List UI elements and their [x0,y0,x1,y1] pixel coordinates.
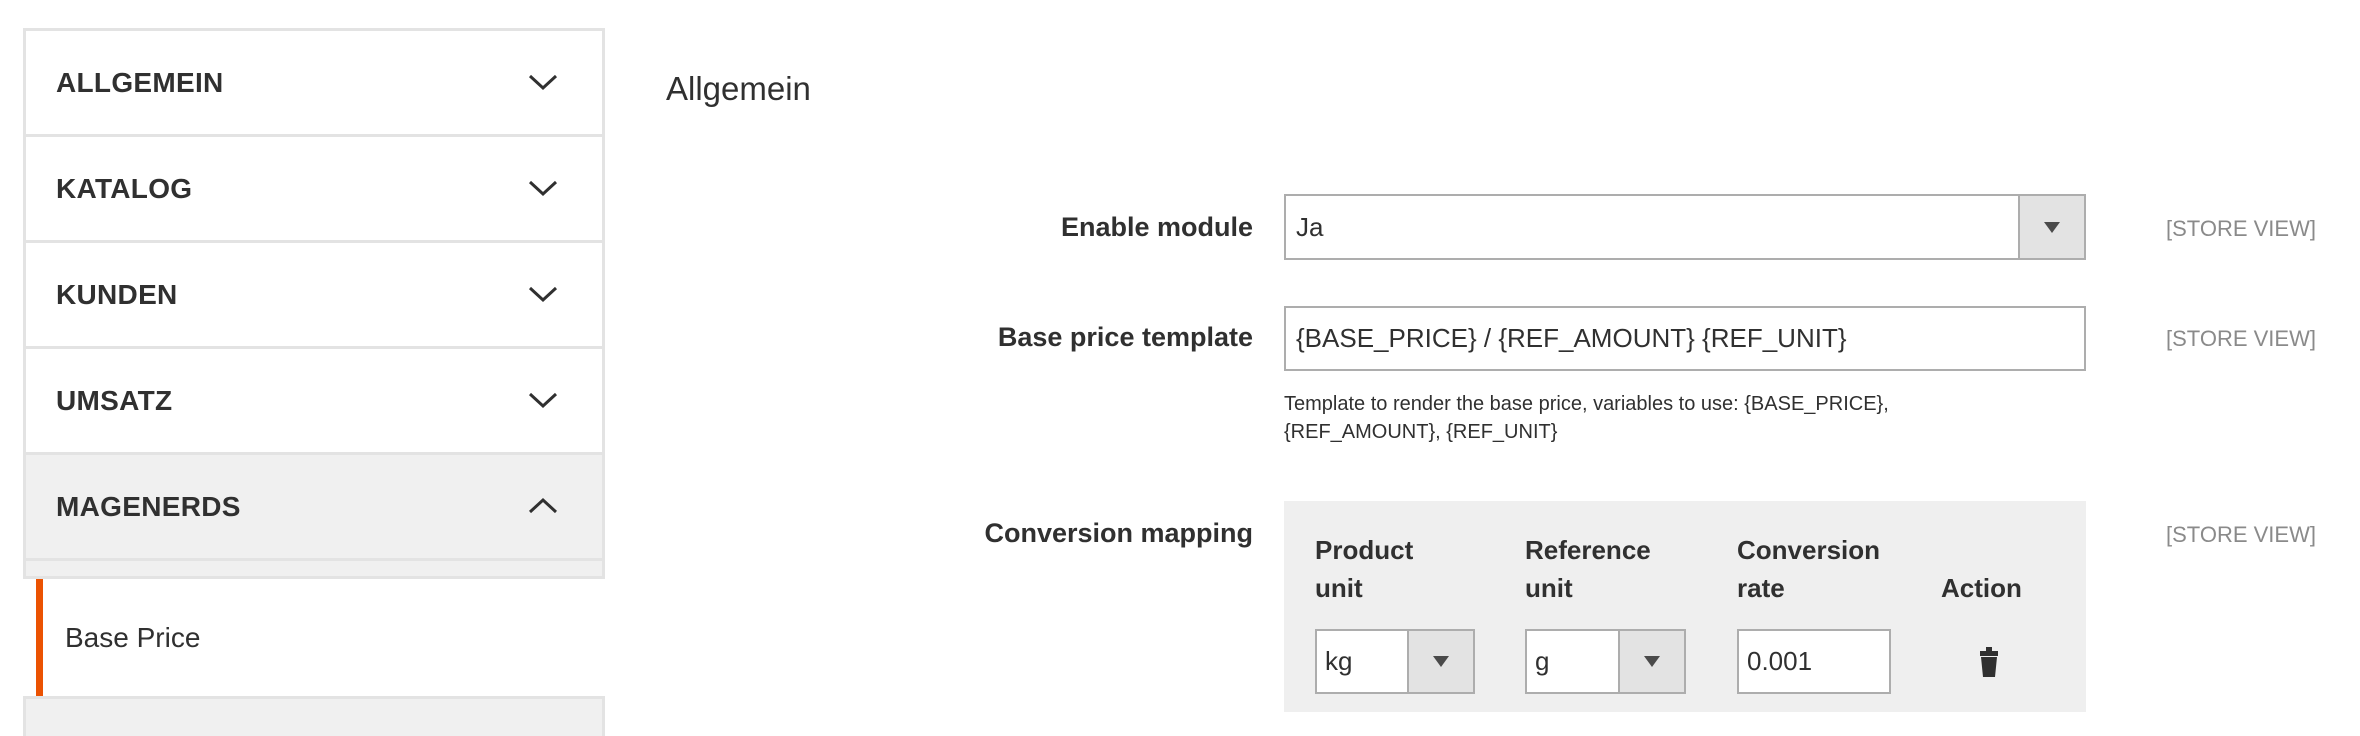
column-header-conversion-rate: Conversion rate [1737,535,1881,603]
scope-label: [STORE VIEW] [2166,522,2316,547]
chevron-down-icon [528,286,558,302]
trash-icon[interactable] [1978,647,2000,677]
sidebar-item-base-price[interactable]: Base Price [23,579,605,696]
reference-unit-select[interactable]: g [1525,629,1686,694]
enable-module-label: Enable module [1060,212,1253,242]
scope-label: [STORE VIEW] [2166,216,2316,241]
chevron-up-icon [528,497,558,513]
dropdown-arrow-icon [1618,631,1684,692]
sidebar-section-katalog[interactable]: KATALOG [26,137,602,243]
enable-module-select[interactable]: Ja [1284,194,2086,260]
base-price-template-input[interactable]: {BASE_PRICE} / {REF_AMOUNT} {REF_UNIT} [1284,306,2086,371]
sidebar-section-umsatz[interactable]: UMSATZ [26,349,602,455]
scope-label: [STORE VIEW] [2166,326,2316,351]
conversion-mapping-label: Conversion mapping [984,518,1253,548]
chevron-down-icon [528,392,558,408]
sidebar-section-kunden[interactable]: KUNDEN [26,243,602,349]
config-sidebar: ALLGEMEIN KATALOG KUNDEN UMSATZ MAGENERD… [23,28,605,736]
conversion-rate-input[interactable]: 0.001 [1737,629,1891,694]
conversion-mapping-table: Product unit Reference unit Conversion rate… [1284,501,2086,712]
field-note: Template to render the base price, varia… [1284,393,1889,443]
base-price-template-label: Base price template [997,322,1253,352]
divider [26,696,602,736]
divider [26,561,602,579]
active-indicator [36,579,43,696]
product-unit-select[interactable]: kg [1315,629,1475,694]
dropdown-arrow-icon [1407,631,1473,692]
sidebar-section-magenerds[interactable]: MAGENERDS [26,455,602,561]
chevron-down-icon [528,74,558,90]
column-header-product-unit: Product unit [1315,535,1414,603]
column-header-action: Action [1941,573,2022,603]
dropdown-arrow-icon [2018,196,2084,258]
sidebar-section-allgemein[interactable]: ALLGEMEIN [26,31,602,137]
page-title: Allgemein [666,70,811,107]
chevron-down-icon [528,180,558,196]
column-header-reference-unit: Reference unit [1525,535,1651,603]
